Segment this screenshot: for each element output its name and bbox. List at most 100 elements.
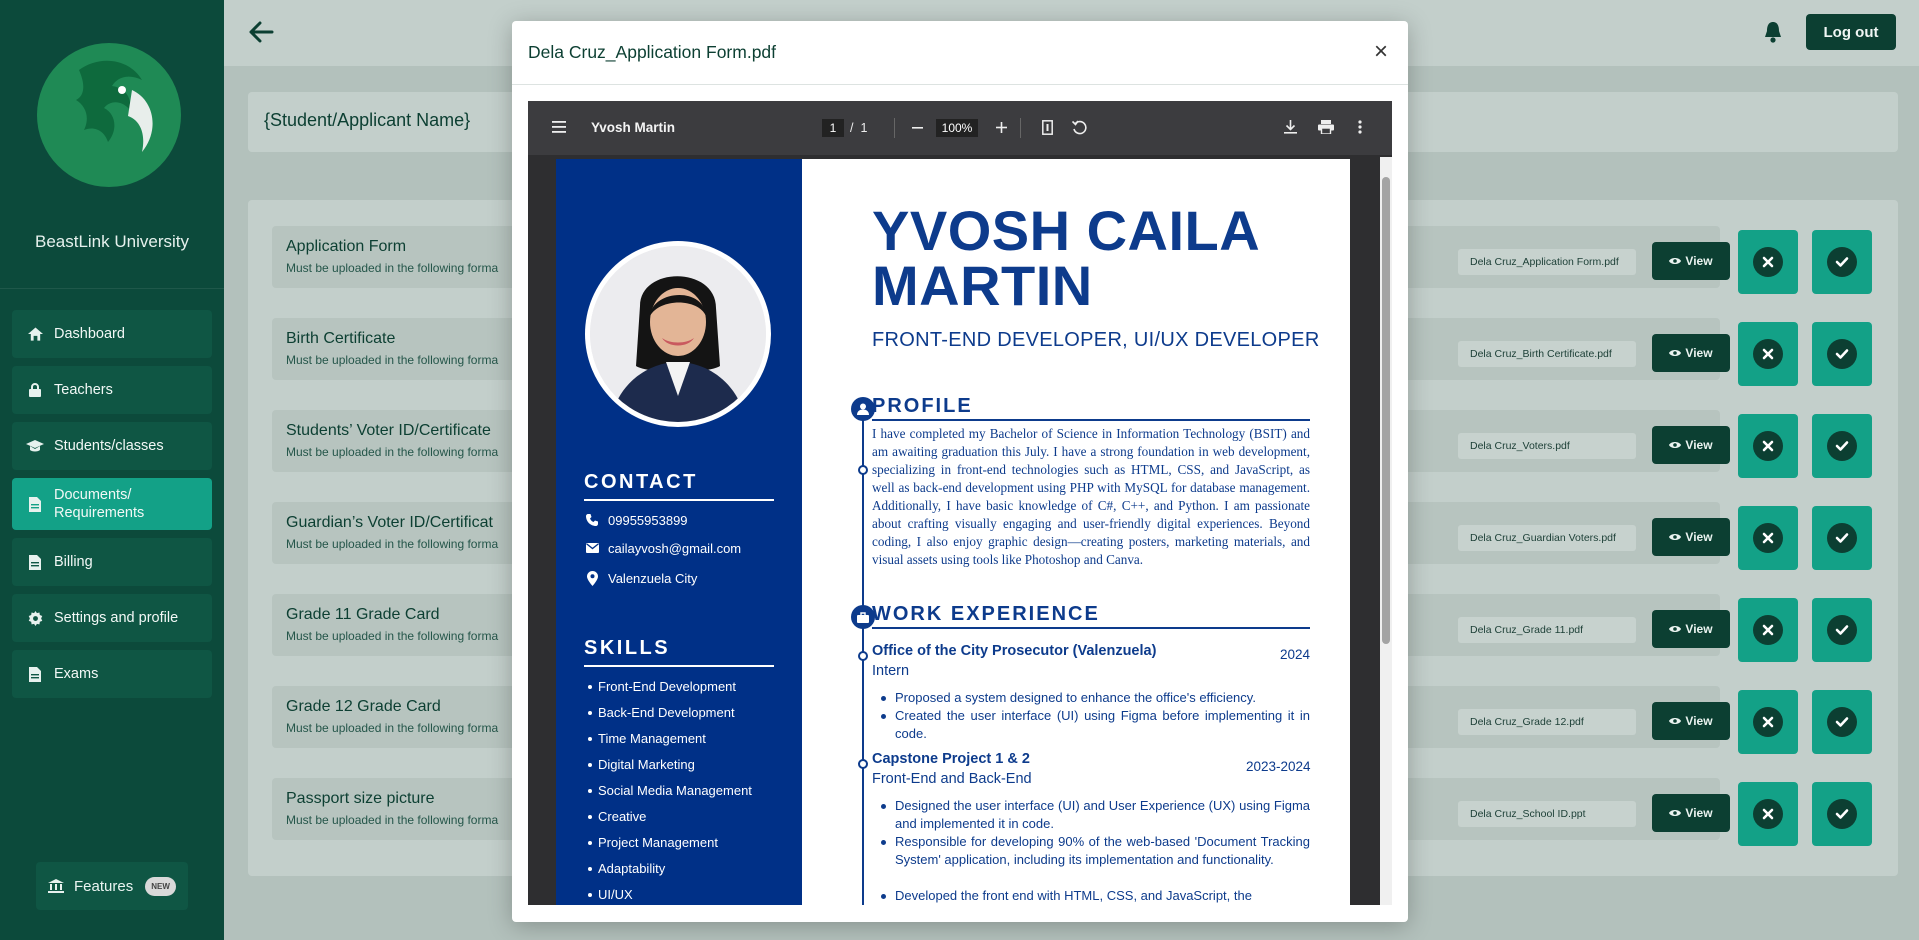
sidebar-item-teachers[interactable]: Teachers [12, 366, 212, 414]
sidebar-item-billing[interactable]: Billing [12, 538, 212, 586]
bell-icon[interactable] [1762, 20, 1784, 44]
fit-page-icon[interactable] [1042, 120, 1053, 135]
sidebar-item-label: Teachers [54, 382, 113, 398]
print-icon[interactable] [1318, 120, 1334, 134]
reject-button[interactable] [1738, 598, 1798, 662]
job-role: Front-End and Back-End [872, 771, 1032, 787]
more-options-icon[interactable] [1358, 120, 1362, 134]
sidebar-item-label: Billing [54, 554, 93, 570]
view-button[interactable]: View [1652, 518, 1730, 556]
approve-button[interactable] [1812, 782, 1872, 846]
features-button[interactable]: Features NEW [36, 862, 188, 910]
sidebar-item-settings-profile[interactable]: Settings and profile [12, 594, 212, 642]
approve-button[interactable] [1812, 690, 1872, 754]
view-button[interactable]: View [1652, 426, 1730, 464]
approve-button[interactable] [1812, 230, 1872, 294]
file-name-chip: Dela Cruz_Birth Certificate.pdf [1458, 341, 1636, 367]
check-icon [1835, 441, 1849, 451]
modal-title: Dela Cruz_Application Form.pdf [528, 42, 777, 62]
scrollbar-thumb[interactable] [1382, 177, 1390, 644]
view-button[interactable]: View [1652, 794, 1730, 832]
reject-button[interactable] [1738, 690, 1798, 754]
timeline-dot [858, 465, 868, 475]
skill-item: Back-End Development [588, 705, 735, 720]
job-bullet: Designed the user interface (UI) and Use… [881, 798, 1310, 831]
sidebar: BeastLink University Dashboard Teachers … [0, 0, 224, 940]
view-button-label: View [1685, 714, 1713, 728]
toolbar-divider [1020, 118, 1021, 138]
skill-item: Creative [587, 809, 647, 824]
contact-location: Valenzuela City [584, 569, 697, 587]
gear-icon [26, 609, 44, 627]
close-icon[interactable]: × [1374, 40, 1394, 64]
document-icon [26, 495, 44, 513]
skill-item: UI/UX [588, 887, 633, 902]
zoom-level[interactable]: 100% [936, 119, 978, 137]
document-title: Birth Certificate [286, 330, 396, 347]
sidebar-divider [0, 288, 224, 289]
approve-button[interactable] [1812, 322, 1872, 386]
job-bullet: Created the user interface (UI) using Fi… [881, 708, 1310, 741]
view-button[interactable]: View [1652, 334, 1730, 372]
reject-button[interactable] [1738, 230, 1798, 294]
lock-icon [26, 381, 44, 399]
reject-button[interactable] [1738, 322, 1798, 386]
view-button-label: View [1685, 254, 1713, 268]
job-title: Capstone Project 1 & 2 [872, 751, 1030, 767]
modal-header: Dela Cruz_Application Form.pdf × [512, 21, 1408, 85]
sidebar-item-documents-requirements[interactable]: Documents/ Requirements [12, 478, 212, 530]
view-button[interactable]: View [1652, 702, 1730, 740]
job-bullet: Responsible for developing 90% of the we… [881, 834, 1310, 867]
job-title: Office of the City Prosecutor (Valenzuel… [872, 643, 1157, 659]
document-format-note: Must be uploaded in the following forma [286, 261, 499, 275]
back-arrow-icon[interactable] [248, 20, 274, 44]
view-button-label: View [1685, 438, 1713, 452]
profile-underline [872, 419, 1310, 421]
file-name-chip: Dela Cruz_School ID.ppt [1458, 801, 1636, 827]
job-bullet: Developed the front end with HTML, CSS, … [881, 887, 1310, 905]
skill-item: Time Management [588, 731, 706, 746]
approve-button[interactable] [1812, 598, 1872, 662]
file-name-chip: Dela Cruz_Application Form.pdf [1458, 249, 1636, 275]
pdf-toolbar: Yvosh Martin 1 / 1 100% [528, 101, 1392, 155]
document-format-note: Must be uploaded in the following forma [286, 537, 499, 551]
logout-button[interactable]: Log out [1806, 14, 1896, 50]
work-experience-heading: WORK EXPERIENCE [872, 603, 1100, 625]
file-name-chip: Dela Cruz_Guardian Voters.pdf [1458, 525, 1636, 551]
contact-heading: CONTACT [584, 471, 698, 493]
check-icon [1835, 717, 1849, 727]
page-number-input[interactable]: 1 [822, 119, 844, 137]
sidebar-item-dashboard[interactable]: Dashboard [12, 310, 212, 358]
menu-icon[interactable] [552, 121, 566, 133]
check-icon [1835, 533, 1849, 543]
eye-icon [1669, 717, 1682, 725]
university-logo [37, 43, 181, 187]
approve-button[interactable] [1812, 414, 1872, 478]
sidebar-item-exams[interactable]: Exams [12, 650, 212, 698]
resume-name: YVOSH CAILA MARTIN [872, 199, 1261, 317]
university-name: BeastLink University [34, 232, 189, 251]
profile-text: I have completed my Bachelor of Science … [872, 426, 1310, 567]
reject-button[interactable] [1738, 782, 1798, 846]
close-icon [1762, 532, 1774, 544]
reject-button[interactable] [1738, 506, 1798, 570]
download-icon[interactable] [1284, 120, 1297, 134]
view-button[interactable]: View [1652, 610, 1730, 648]
document-format-note: Must be uploaded in the following forma [286, 721, 499, 735]
close-icon [1762, 808, 1774, 820]
contact-phone-text: 09955953899 [608, 512, 688, 528]
view-button[interactable]: View [1652, 242, 1730, 280]
eye-icon [1669, 625, 1682, 633]
zoom-in-icon[interactable] [996, 122, 1007, 133]
home-icon [26, 325, 44, 343]
zoom-out-icon[interactable] [912, 127, 923, 129]
resume-sidebar: CONTACT 09955953899 cailayvosh@gmail.com… [556, 159, 802, 905]
check-icon [1835, 349, 1849, 359]
rotate-icon[interactable] [1072, 120, 1087, 135]
view-button-label: View [1685, 622, 1713, 636]
document-title: Passport size picture [286, 790, 435, 807]
reject-button[interactable] [1738, 414, 1798, 478]
approve-button[interactable] [1812, 506, 1872, 570]
sidebar-item-students-classes[interactable]: Students/classes [12, 422, 212, 470]
document-format-note: Must be uploaded in the following forma [286, 813, 499, 827]
